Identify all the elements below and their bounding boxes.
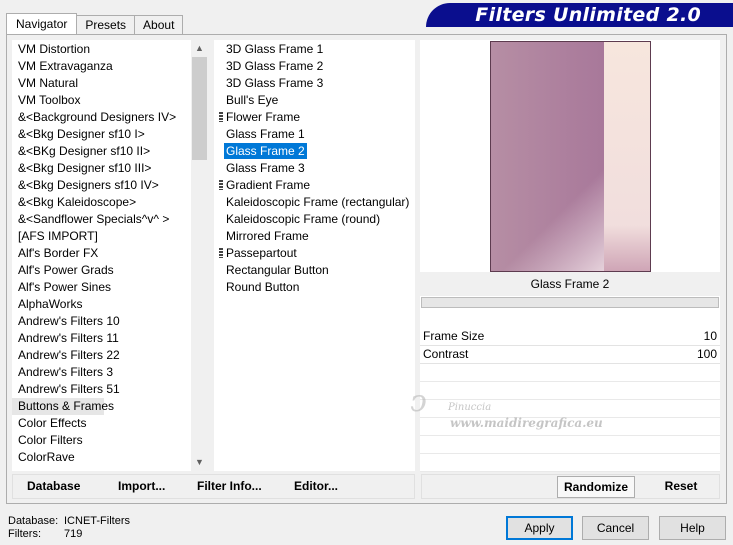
category-item[interactable]: ColorRave	[12, 449, 192, 466]
param-value[interactable]: 100	[697, 346, 717, 363]
param-value[interactable]: 10	[704, 328, 717, 345]
category-item[interactable]: VM Extravaganza	[12, 58, 192, 75]
category-item[interactable]: Andrew's Filters 10	[12, 313, 192, 330]
filter-item[interactable]: Glass Frame 1	[214, 126, 415, 143]
apply-button[interactable]: Apply	[506, 516, 573, 540]
category-item[interactable]: [AFS IMPORT]	[12, 228, 192, 245]
scroll-thumb[interactable]	[192, 57, 207, 160]
preview-image	[490, 41, 651, 272]
status-info: Database: ICNET-Filters Filters: 719	[8, 515, 130, 540]
category-item[interactable]: Alf's Power Sines	[12, 279, 192, 296]
cancel-button[interactable]: Cancel	[582, 516, 649, 540]
filter-item[interactable]: Gradient Frame	[214, 177, 415, 194]
import-button[interactable]: Import...	[118, 479, 165, 493]
tab-bar: Navigator Presets About	[6, 13, 184, 34]
filter-item[interactable]: Bull's Eye	[214, 92, 415, 109]
category-item[interactable]: Andrew's Filters 51	[12, 381, 192, 398]
filter-item[interactable]: Round Button	[214, 279, 415, 296]
category-item[interactable]: Buttons & Frames	[12, 398, 114, 415]
filter-item[interactable]: Glass Frame 2	[214, 143, 415, 160]
filter-item[interactable]: 3D Glass Frame 1	[214, 41, 415, 58]
category-list[interactable]: VM Distortion VM Extravaganza VM Natural VM…	[12, 40, 208, 471]
progress-bar	[421, 297, 719, 308]
category-scrollbar[interactable]: ▲ ▼	[191, 40, 208, 471]
category-item[interactable]: Color Filters	[12, 432, 192, 449]
reset-button[interactable]: Reset	[645, 476, 717, 498]
scroll-down-icon[interactable]: ▼	[191, 454, 208, 471]
randomize-button[interactable]: Randomize	[557, 476, 635, 498]
param-label: Contrast	[423, 347, 469, 361]
scroll-up-icon[interactable]: ▲	[191, 40, 208, 57]
filter-item[interactable]: Flower Frame	[214, 109, 415, 126]
app-title: Filters Unlimited 2.0	[426, 3, 733, 27]
category-item[interactable]: VM Natural	[12, 75, 192, 92]
parameter-panel: Frame Size 10 Contrast 100	[420, 328, 720, 472]
filter-item[interactable]: Kaleidoscopic Frame (rectangular)	[214, 194, 415, 211]
help-button[interactable]: Help	[659, 516, 726, 540]
editor-button[interactable]: Editor...	[294, 479, 338, 493]
filters-count: 719	[64, 528, 83, 540]
category-item[interactable]: Andrew's Filters 3	[12, 364, 192, 381]
category-item[interactable]: Color Effects	[12, 415, 192, 432]
tab-about[interactable]: About	[134, 15, 184, 34]
category-item[interactable]: &<Bkg Designer sf10 I>	[12, 126, 192, 143]
filter-list[interactable]: 3D Glass Frame 1 3D Glass Frame 2 3D Glass…	[214, 40, 415, 471]
category-item[interactable]: Andrew's Filters 22	[12, 347, 192, 364]
category-item[interactable]: VM Distortion	[12, 41, 192, 58]
filter-item[interactable]: 3D Glass Frame 2	[214, 58, 415, 75]
filter-item[interactable]: Kaleidoscopic Frame (round)	[214, 211, 415, 228]
category-item[interactable]: Alf's Border FX	[12, 245, 192, 262]
tab-navigator[interactable]: Navigator	[6, 13, 78, 34]
param-row-contrast[interactable]: Contrast 100	[420, 346, 720, 364]
category-item[interactable]: AlphaWorks	[12, 296, 192, 313]
tab-presets[interactable]: Presets	[76, 15, 136, 34]
filter-item[interactable]: 3D Glass Frame 3	[214, 75, 415, 92]
filter-item[interactable]: Passepartout	[214, 245, 415, 262]
filter-info-button[interactable]: Filter Info...	[197, 479, 262, 493]
filter-item[interactable]: Mirrored Frame	[214, 228, 415, 245]
category-item[interactable]: Alf's Power Grads	[12, 262, 192, 279]
database-value: ICNET-Filters	[64, 515, 130, 527]
param-label: Frame Size	[423, 329, 485, 343]
database-button[interactable]: Database	[27, 479, 80, 493]
param-row-frame-size[interactable]: Frame Size 10	[420, 328, 720, 346]
category-item[interactable]: Andrew's Filters 11	[12, 330, 192, 347]
category-item[interactable]: &<Bkg Designer sf10 III>	[12, 160, 192, 177]
category-item[interactable]: &<BKg Designer sf10 II>	[12, 143, 192, 160]
preview-filter-name: Glass Frame 2	[420, 272, 720, 296]
category-item[interactable]: &<Bkg Designers sf10 IV>	[12, 177, 192, 194]
category-item[interactable]: &<Background Designers IV>	[12, 109, 192, 126]
category-item[interactable]: VM Toolbox	[12, 92, 192, 109]
filter-item[interactable]: Glass Frame 3	[214, 160, 415, 177]
category-item[interactable]: &<Bkg Kaleidoscope>	[12, 194, 192, 211]
filter-item[interactable]: Rectangular Button	[214, 262, 415, 279]
category-item[interactable]: &<Sandflower Specials^v^ >	[12, 211, 192, 228]
